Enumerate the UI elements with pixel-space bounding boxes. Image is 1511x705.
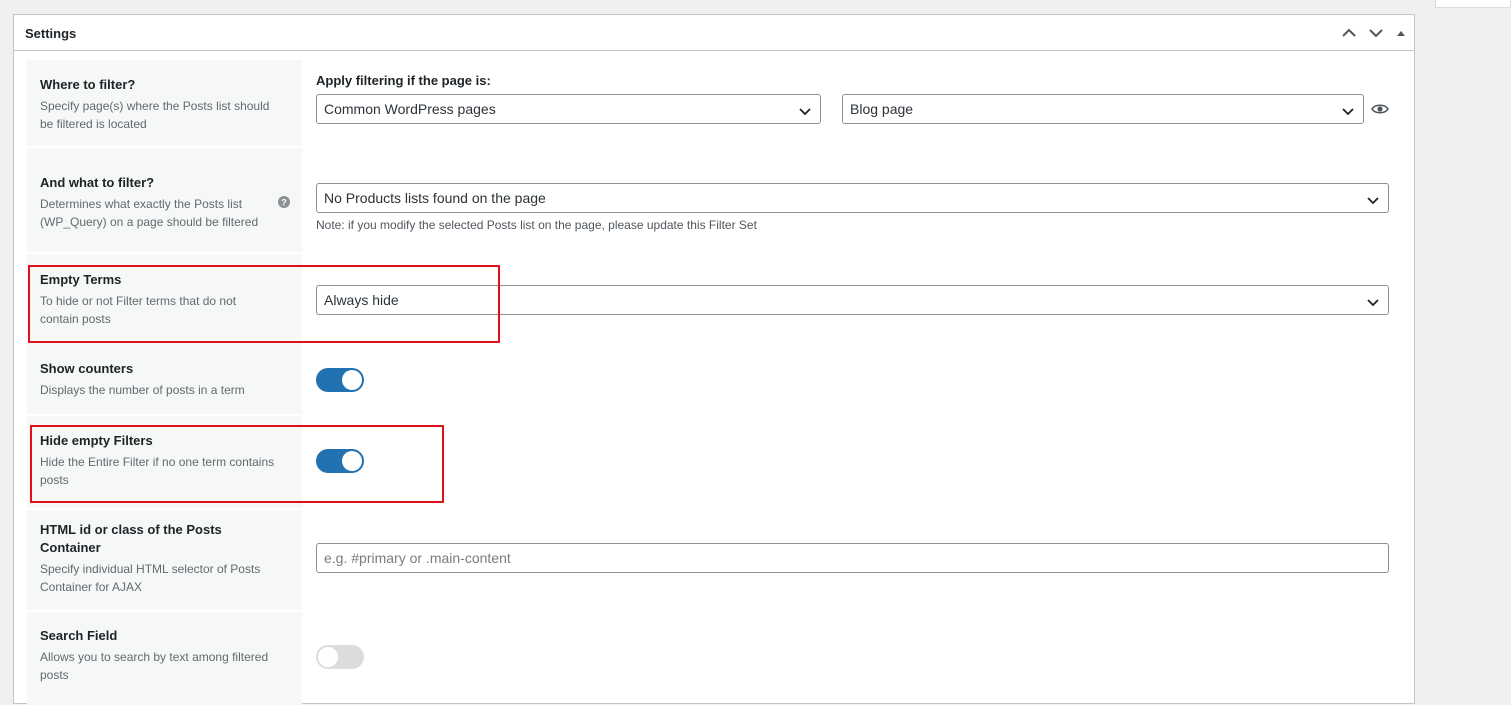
posts-container-description: Specify individual HTML selector of Post… (40, 562, 261, 594)
show-counters-title: Show counters (40, 361, 134, 376)
label-cell: And what to filter? Determines what exac… (27, 148, 302, 252)
highlight-box-hide-empty-filters (30, 425, 444, 503)
what-to-filter-description: Determines what exactly the Posts list (… (40, 197, 259, 229)
label-cell: Search Field Allows you to search by tex… (27, 612, 302, 705)
posts-list-note: Note: if you modify the selected Posts l… (316, 218, 757, 232)
page-type-select[interactable]: Common WordPress pages (316, 94, 821, 124)
search-field-toggle[interactable] (316, 645, 364, 669)
page-value: Blog page (850, 101, 914, 117)
where-to-filter-description: Specify page(s) where the Posts list sho… (40, 99, 270, 131)
posts-container-input[interactable] (316, 543, 1389, 573)
page-type-value: Common WordPress pages (324, 101, 496, 117)
where-to-filter-title: Where to filter? (40, 77, 136, 92)
eye-icon[interactable] (1371, 102, 1389, 121)
search-field-description: Allows you to search by text among filte… (40, 650, 269, 682)
triangle-up-icon[interactable] (1392, 24, 1410, 42)
chevron-up-icon[interactable] (1340, 24, 1358, 42)
show-counters-toggle[interactable] (316, 368, 364, 392)
row-what-to-filter: And what to filter? Determines what exac… (27, 148, 1403, 252)
chevron-down-icon (1342, 104, 1354, 122)
panel-title: Settings (25, 26, 77, 41)
apply-filtering-label: Apply filtering if the page is: (316, 73, 491, 88)
top-right-box (1435, 0, 1511, 8)
help-icon[interactable]: ? (278, 195, 290, 213)
posts-container-title: HTML id or class of the Posts Container (40, 522, 222, 555)
posts-list-value: No Products lists found on the page (324, 190, 546, 206)
chevron-down-icon (1367, 193, 1379, 211)
svg-text:?: ? (281, 198, 287, 208)
what-to-filter-title: And what to filter? (40, 175, 155, 190)
row-where-to-filter: Where to filter? Specify page(s) where t… (27, 60, 1403, 146)
search-field-title: Search Field (40, 628, 118, 643)
show-counters-description: Displays the number of posts in a term (40, 383, 245, 397)
settings-panel: Settings Where to filter? Specify page(s… (13, 14, 1415, 705)
row-show-counters: Show counters Displays the number of pos… (27, 342, 1403, 414)
label-cell: HTML id or class of the Posts Container … (27, 510, 302, 610)
chevron-down-icon (799, 104, 811, 122)
label-cell: Show counters Displays the number of pos… (27, 342, 302, 414)
row-posts-container: HTML id or class of the Posts Container … (27, 510, 1403, 610)
toggle-knob (318, 647, 338, 667)
toggle-knob (342, 370, 362, 390)
page-select[interactable]: Blog page (842, 94, 1364, 124)
chevron-down-icon (1367, 295, 1379, 313)
label-cell: Where to filter? Specify page(s) where t… (27, 60, 302, 146)
panel-header: Settings (14, 15, 1414, 51)
highlight-box-empty-terms (28, 265, 500, 343)
row-search-field: Search Field Allows you to search by tex… (27, 612, 1403, 705)
chevron-down-icon[interactable] (1367, 24, 1385, 42)
posts-list-select[interactable]: No Products lists found on the page (316, 183, 1389, 213)
